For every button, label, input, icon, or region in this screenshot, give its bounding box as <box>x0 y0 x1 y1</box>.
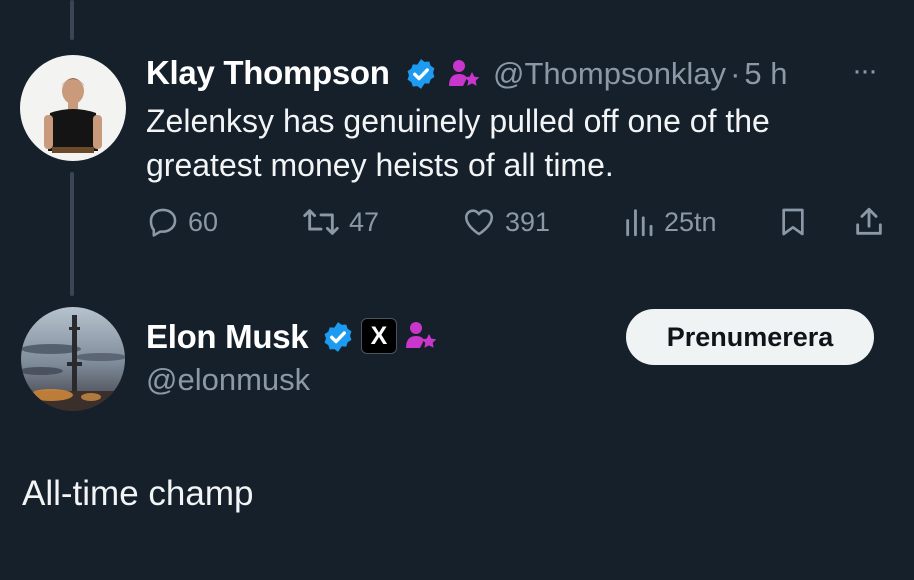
more-options-icon[interactable]: ··· <box>852 54 878 88</box>
views-count: 25tn <box>664 206 717 237</box>
reply-count: 60 <box>188 206 219 237</box>
thread-line-top <box>70 0 74 40</box>
like-count: 391 <box>505 206 551 237</box>
subscriber-badge-icon <box>404 320 438 357</box>
subscriber-badge-icon <box>447 58 481 95</box>
tweet-text-line-1: Zelenksy has genuinely pulled off one of… <box>146 103 770 139</box>
like-button[interactable]: 391 <box>461 205 550 239</box>
reply-author-name[interactable]: Elon Musk <box>146 318 309 356</box>
repost-count: 47 <box>349 206 380 237</box>
avatar-elon[interactable] <box>21 307 125 411</box>
repost-button[interactable]: 47 <box>301 205 379 239</box>
share-button[interactable] <box>852 205 886 239</box>
verified-badge-icon <box>321 320 355 359</box>
reply-button[interactable]: 60 <box>146 205 218 239</box>
thread-line <box>70 172 74 296</box>
reply-author-handle[interactable]: @elonmusk <box>146 362 310 398</box>
author-name[interactable]: Klay Thompson <box>146 54 390 92</box>
views-icon <box>622 205 656 239</box>
views-button[interactable]: 25tn <box>622 205 717 239</box>
verified-badge-icon <box>404 57 438 96</box>
handle-text: @Thompsonklay <box>493 56 727 91</box>
tweet-time[interactable]: 5 h <box>744 56 787 91</box>
repost-icon <box>301 205 341 239</box>
share-icon <box>852 205 886 239</box>
avatar-klay[interactable] <box>20 55 126 161</box>
bookmark-icon <box>777 205 809 239</box>
reply-tweet-text: All-time champ <box>22 474 254 513</box>
reply-icon <box>146 205 180 239</box>
author-handle[interactable]: @Thompsonklay · 5 h <box>493 56 788 92</box>
time-separator: · <box>730 56 741 91</box>
bookmark-button[interactable] <box>777 205 809 239</box>
tweet-text-line-2: greatest money heists of all time. <box>146 147 614 183</box>
subscribe-button[interactable]: Prenumerera <box>626 309 874 365</box>
x-affiliate-badge-icon: X <box>361 318 397 354</box>
like-icon <box>461 205 497 239</box>
